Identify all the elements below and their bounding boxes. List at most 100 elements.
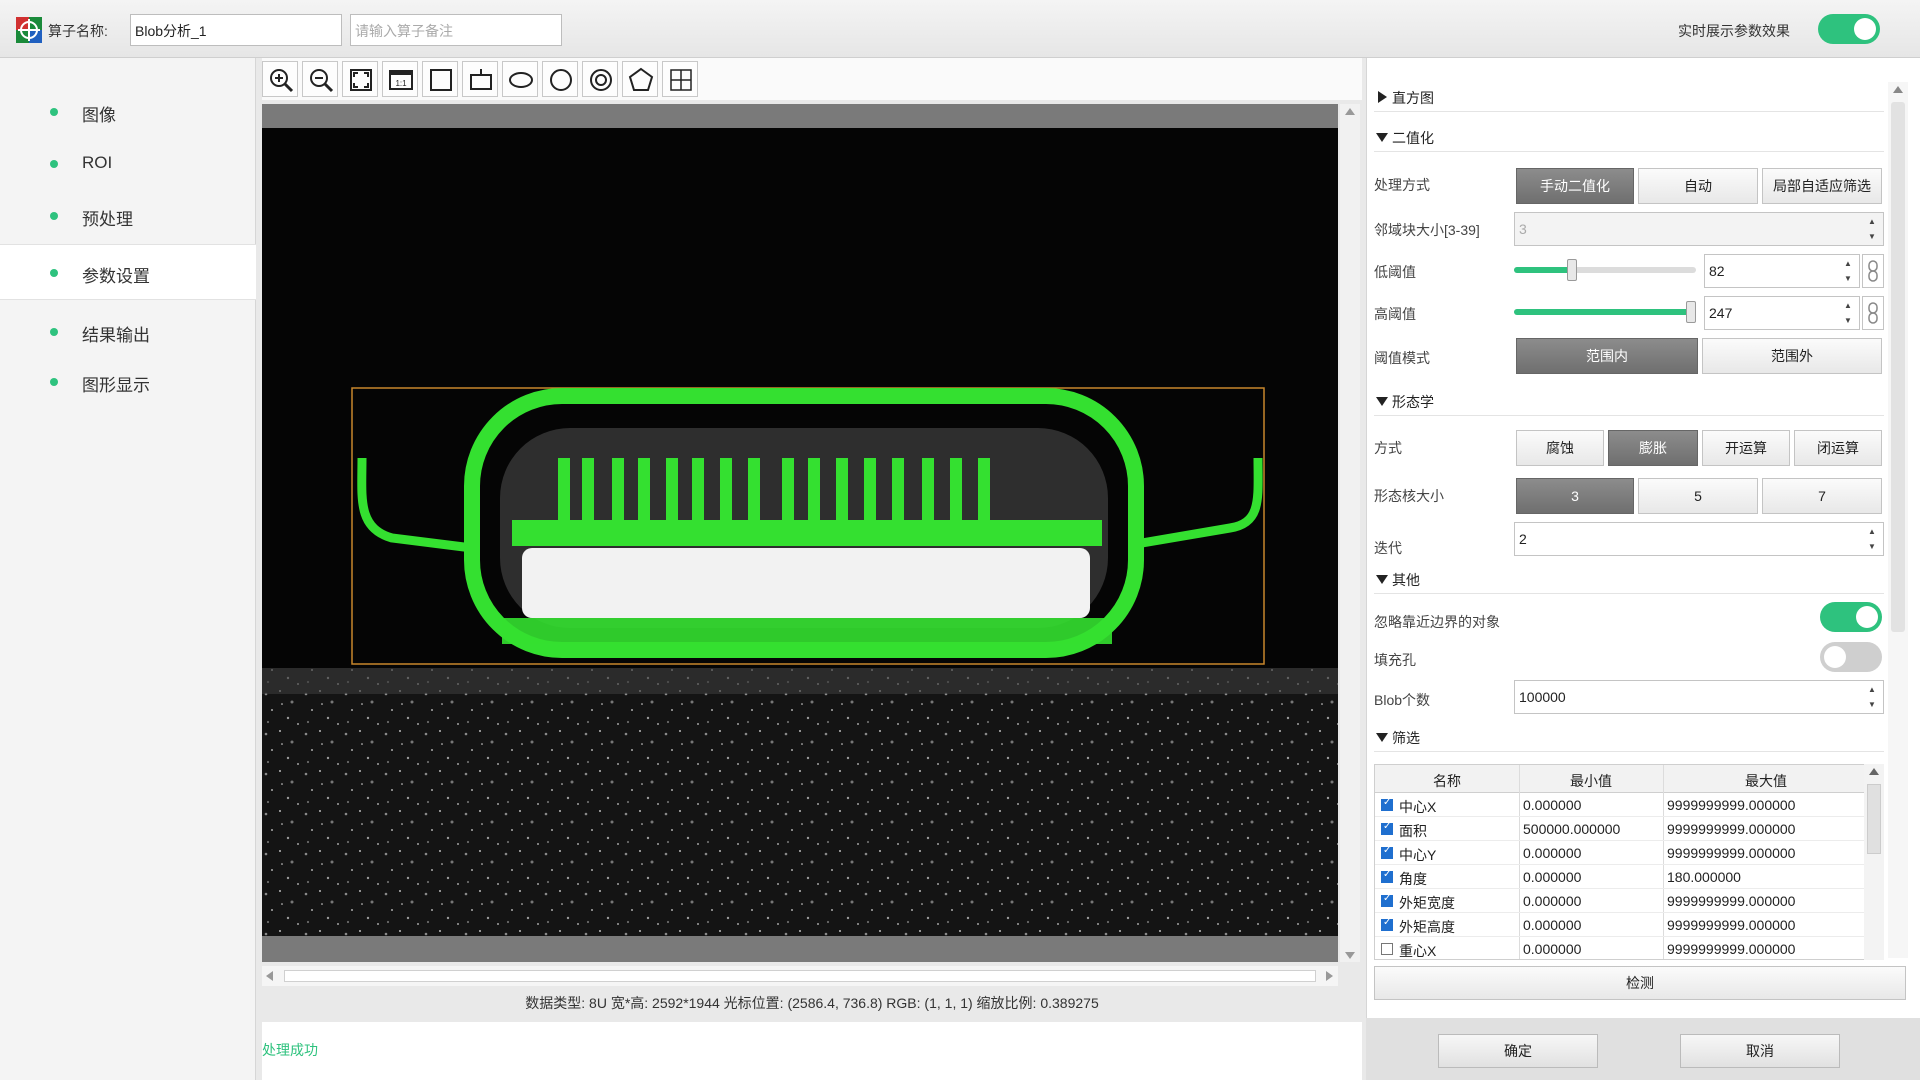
sidebar-item-image[interactable]: 图像 bbox=[0, 84, 256, 140]
method-manual-button[interactable]: 手动二值化 bbox=[1516, 168, 1634, 204]
image-horizontal-scrollbar[interactable] bbox=[262, 966, 1338, 986]
high-threshold-spinbox[interactable]: 247 ▲ ▼ bbox=[1704, 296, 1860, 330]
sidebar-item-graphics[interactable]: 图形显示 bbox=[0, 354, 256, 410]
cell-min[interactable]: 500000.000000 bbox=[1523, 821, 1620, 837]
sidebar-item-output[interactable]: 结果输出 bbox=[0, 304, 256, 360]
zoom-in-icon[interactable] bbox=[262, 61, 298, 97]
cell-min[interactable]: 0.000000 bbox=[1523, 797, 1581, 813]
threshold-mode-inside-button[interactable]: 范围内 bbox=[1516, 338, 1698, 374]
scroll-up-icon[interactable] bbox=[1345, 108, 1355, 115]
row-checkbox[interactable] bbox=[1381, 797, 1393, 811]
scroll-up-icon[interactable] bbox=[1893, 86, 1903, 93]
crosshair-icon[interactable] bbox=[662, 61, 698, 97]
fit-screen-icon[interactable] bbox=[342, 61, 378, 97]
table-row[interactable]: 外矩高度 0.000000 9999999999.000000 bbox=[1375, 913, 1867, 937]
section-morphology[interactable]: 形态学 bbox=[1374, 386, 1884, 416]
table-row[interactable]: 角度 0.000000 180.000000 bbox=[1375, 865, 1867, 889]
sidebar-item-params[interactable]: 参数设置 bbox=[0, 244, 256, 300]
table-row[interactable]: 重心X 0.000000 9999999999.000000 bbox=[1375, 937, 1867, 959]
low-threshold-slider[interactable] bbox=[1514, 259, 1696, 281]
blob-count-spinbox[interactable]: 100000 ▲ ▼ bbox=[1514, 680, 1884, 714]
rectangle-icon[interactable] bbox=[422, 61, 458, 97]
high-threshold-slider[interactable] bbox=[1514, 301, 1696, 323]
section-binarize[interactable]: 二值化 bbox=[1374, 122, 1884, 152]
low-threshold-spinbox[interactable]: 82 ▲ ▼ bbox=[1704, 254, 1860, 288]
row-checkbox[interactable] bbox=[1381, 869, 1393, 883]
spin-up-icon[interactable]: ▲ bbox=[1863, 682, 1881, 697]
polygon-icon[interactable] bbox=[622, 61, 658, 97]
ok-button[interactable]: 确定 bbox=[1438, 1034, 1598, 1068]
annulus-icon[interactable] bbox=[582, 61, 618, 97]
circle-icon[interactable] bbox=[542, 61, 578, 97]
cell-min[interactable]: 0.000000 bbox=[1523, 917, 1581, 933]
cell-min[interactable]: 0.000000 bbox=[1523, 893, 1581, 909]
method-adaptive-button[interactable]: 局部自适应筛选 bbox=[1762, 168, 1882, 204]
operator-name-input[interactable]: Blob分析_1 bbox=[130, 14, 342, 46]
cell-max[interactable]: 9999999999.000000 bbox=[1667, 893, 1795, 909]
cell-max[interactable]: 9999999999.000000 bbox=[1667, 797, 1795, 813]
cell-min[interactable]: 0.000000 bbox=[1523, 845, 1581, 861]
scroll-down-icon[interactable] bbox=[1345, 952, 1355, 959]
morph-open-button[interactable]: 开运算 bbox=[1702, 430, 1790, 466]
scroll-thumb[interactable] bbox=[1867, 784, 1881, 854]
sidebar-item-preprocess[interactable]: 预处理 bbox=[0, 188, 256, 244]
ellipse-icon[interactable] bbox=[502, 61, 538, 97]
row-checkbox[interactable] bbox=[1381, 821, 1393, 835]
scroll-right-icon[interactable] bbox=[1326, 971, 1333, 981]
table-row[interactable]: 面积 500000.000000 9999999999.000000 bbox=[1375, 817, 1867, 841]
iterations-spinbox[interactable]: 2 ▲ ▼ bbox=[1514, 522, 1884, 556]
rotated-rectangle-icon[interactable] bbox=[462, 61, 498, 97]
row-checkbox[interactable] bbox=[1381, 917, 1393, 931]
image-canvas[interactable] bbox=[262, 128, 1338, 936]
actual-size-icon[interactable]: 1:1 bbox=[382, 61, 418, 97]
scroll-up-icon[interactable] bbox=[1869, 768, 1879, 775]
section-filter[interactable]: 筛选 bbox=[1374, 722, 1884, 752]
image-vertical-scrollbar[interactable] bbox=[1340, 104, 1360, 962]
scroll-thumb[interactable] bbox=[1891, 102, 1905, 632]
morph-close-button[interactable]: 闭运算 bbox=[1794, 430, 1882, 466]
fill-holes-toggle[interactable] bbox=[1820, 642, 1882, 672]
column-header-min[interactable]: 最小值 bbox=[1519, 771, 1663, 791]
kernel-7-button[interactable]: 7 bbox=[1762, 478, 1882, 514]
table-row[interactable]: 中心X 0.000000 9999999999.000000 bbox=[1375, 793, 1867, 817]
spin-up-icon[interactable]: ▲ bbox=[1839, 256, 1857, 271]
cell-max[interactable]: 9999999999.000000 bbox=[1667, 917, 1795, 933]
spin-up-icon[interactable]: ▲ bbox=[1839, 298, 1857, 313]
morph-dilate-button[interactable]: 膨胀 bbox=[1608, 430, 1698, 466]
realtime-preview-toggle[interactable] bbox=[1818, 14, 1880, 44]
morph-erode-button[interactable]: 腐蚀 bbox=[1516, 430, 1604, 466]
scroll-track[interactable] bbox=[284, 970, 1316, 982]
spin-down-icon[interactable]: ▼ bbox=[1839, 271, 1857, 286]
param-panel-scrollbar[interactable] bbox=[1888, 82, 1908, 958]
spin-down-icon[interactable]: ▼ bbox=[1863, 539, 1881, 554]
cell-max[interactable]: 9999999999.000000 bbox=[1667, 845, 1795, 861]
spin-down-icon[interactable]: ▼ bbox=[1839, 313, 1857, 328]
operator-remark-input[interactable]: 请输入算子备注 bbox=[350, 14, 562, 46]
spin-up-icon[interactable]: ▲ bbox=[1863, 524, 1881, 539]
threshold-mode-outside-button[interactable]: 范围外 bbox=[1702, 338, 1882, 374]
cell-max[interactable]: 180.000000 bbox=[1667, 869, 1741, 885]
row-checkbox[interactable] bbox=[1381, 943, 1393, 955]
cell-max[interactable]: 9999999999.000000 bbox=[1667, 941, 1795, 957]
zoom-out-icon[interactable] bbox=[302, 61, 338, 97]
row-checkbox[interactable] bbox=[1381, 893, 1393, 907]
column-header-name[interactable]: 名称 bbox=[1375, 771, 1519, 791]
table-row[interactable]: 外矩宽度 0.000000 9999999999.000000 bbox=[1375, 889, 1867, 913]
cell-max[interactable]: 9999999999.000000 bbox=[1667, 821, 1795, 837]
link-icon[interactable] bbox=[1862, 296, 1884, 330]
filter-table-scrollbar[interactable] bbox=[1864, 764, 1884, 960]
row-checkbox[interactable] bbox=[1381, 845, 1393, 859]
ignore-border-toggle[interactable] bbox=[1820, 602, 1882, 632]
slider-handle[interactable] bbox=[1686, 301, 1696, 323]
column-header-max[interactable]: 最大值 bbox=[1663, 771, 1867, 791]
sidebar-item-roi[interactable]: ROI bbox=[0, 136, 256, 192]
cancel-button[interactable]: 取消 bbox=[1680, 1034, 1840, 1068]
spin-down-icon[interactable]: ▼ bbox=[1863, 697, 1881, 712]
cell-min[interactable]: 0.000000 bbox=[1523, 869, 1581, 885]
image-view[interactable] bbox=[262, 104, 1338, 962]
slider-handle[interactable] bbox=[1567, 259, 1577, 281]
detect-button[interactable]: 检测 bbox=[1374, 966, 1906, 1000]
kernel-3-button[interactable]: 3 bbox=[1516, 478, 1634, 514]
section-other[interactable]: 其他 bbox=[1374, 564, 1884, 594]
cell-min[interactable]: 0.000000 bbox=[1523, 941, 1581, 957]
